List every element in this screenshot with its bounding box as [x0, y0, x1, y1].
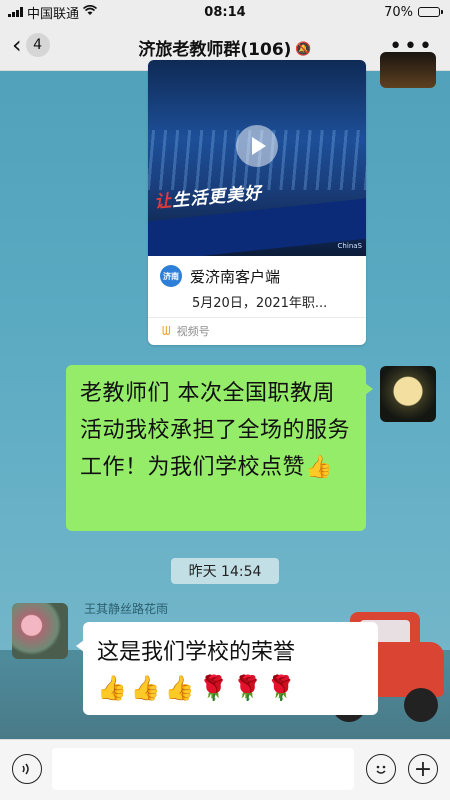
source-name: 爱济南客户端 [190, 267, 281, 286]
sender-avatar[interactable] [12, 603, 68, 659]
voice-icon[interactable] [12, 754, 42, 784]
my-avatar[interactable] [380, 366, 436, 422]
video-watermark: ChinaS [337, 242, 362, 250]
chat-title-text: 济旅老教师群(106) [138, 39, 292, 60]
my-avatar-top[interactable] [380, 52, 436, 88]
play-icon[interactable] [236, 125, 278, 167]
plus-icon[interactable]: + [408, 754, 438, 784]
status-bar: 中国联通 08:14 70% [0, 0, 450, 24]
battery-icon [418, 7, 443, 17]
channels-icon: ᗯ [162, 323, 171, 338]
battery-percent: 70% [384, 4, 413, 20]
video-share-card[interactable]: 让生活更美好 ChinaS 济南 爱济南客户端 5月20日，2021年职... … [148, 60, 366, 345]
channel-name: 视频号 [176, 325, 210, 338]
incoming-message-text: 这是我们学校的荣誉 [97, 640, 296, 665]
clock: 08:14 [204, 4, 246, 20]
message-timestamp: 昨天 14:54 [171, 558, 279, 584]
card-divider [148, 317, 366, 318]
message-input[interactable] [52, 748, 354, 790]
incoming-message-bubble[interactable]: 这是我们学校的荣誉 👍👍👍🌹🌹🌹 [76, 622, 378, 715]
video-description: 5月20日，2021年职... [192, 296, 328, 311]
channel-label: ᗯ 视频号 [162, 323, 210, 339]
source-logo-icon: 济南 [160, 265, 182, 287]
sender-name: 王其静丝路花雨 [84, 602, 169, 616]
video-thumbnail[interactable]: 让生活更美好 ChinaS [148, 60, 366, 256]
video-source: 济南 爱济南客户端 [160, 265, 280, 287]
outgoing-message-bubble[interactable]: 老教师们 本次全国职教周活动我校承担了全场的服务工作！为我们学校点赞👍 [66, 365, 373, 531]
mute-bell-icon: 🔕 [295, 42, 312, 57]
incoming-emoji-row: 👍👍👍🌹🌹🌹 [97, 674, 301, 702]
input-bar: + [0, 739, 450, 800]
emoji-icon[interactable] [366, 754, 396, 784]
